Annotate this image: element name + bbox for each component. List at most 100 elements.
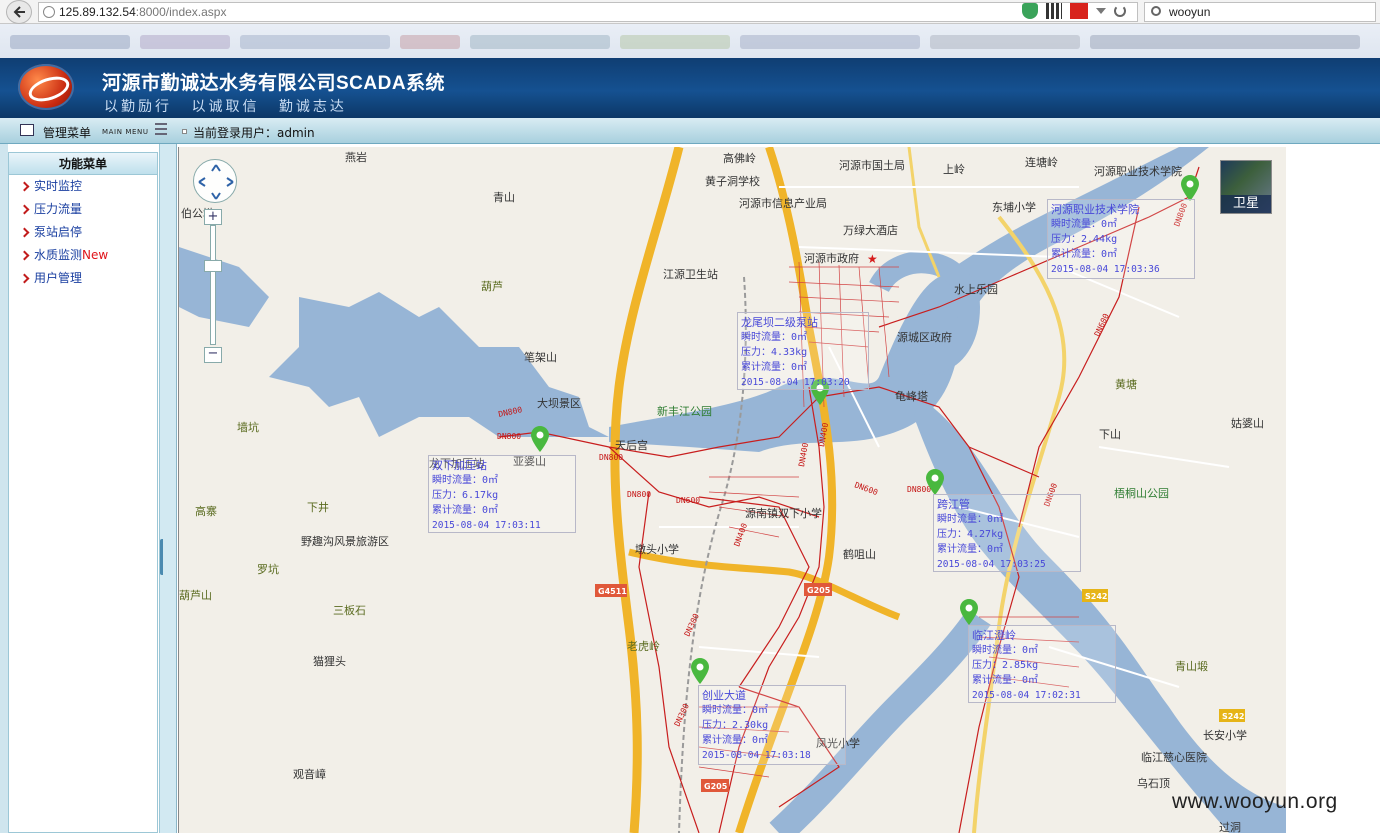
- chevron-right-icon: [19, 204, 30, 215]
- map-label: 河源市政府: [804, 251, 859, 265]
- app-title: 河源市勤诚达水务有限公司SCADA系统: [102, 73, 446, 94]
- map-label: 过洞: [1219, 821, 1241, 833]
- station-total: 累计流量：0㎡: [702, 735, 769, 746]
- map-label: 青山: [493, 191, 515, 204]
- chevron-right-icon: [19, 250, 30, 261]
- map-label: 猫狸头: [313, 655, 346, 668]
- search-icon: [1151, 6, 1161, 16]
- back-button[interactable]: [6, 0, 32, 24]
- map-label: 大坝景区: [537, 396, 581, 410]
- bookmark-item[interactable]: [140, 35, 230, 49]
- map-label: 河源市国土局: [839, 158, 905, 172]
- zoom-slider-thumb[interactable]: [204, 260, 222, 272]
- chevron-right-icon: [19, 181, 30, 192]
- map-pin-icon[interactable]: [1181, 175, 1199, 201]
- pan-arrows-icon: [198, 164, 234, 200]
- satellite-toggle-button[interactable]: 卫星: [1220, 160, 1272, 214]
- sidebar-item-label: 压力流量: [34, 202, 83, 216]
- map-label: 东埔小学: [992, 200, 1036, 214]
- map-label: 三板石: [333, 603, 366, 617]
- map-label: 姑婆山: [1231, 417, 1264, 430]
- sidebar-item-pressure-flow[interactable]: 压力流量: [9, 198, 157, 221]
- station-info-box[interactable]: 临江澄岭 瞬时流量：0㎡ 压力：2.85kg 累计流量：0㎡ 2015-08-0…: [968, 625, 1116, 703]
- bookmark-item[interactable]: [620, 35, 730, 49]
- station-info-box[interactable]: 创业大道 瞬时流量：0㎡ 压力：2.30kg 累计流量：0㎡ 2015-08-0…: [698, 685, 846, 765]
- map-pin-icon[interactable]: [531, 426, 549, 452]
- map-label: 河源市信息产业局: [739, 196, 827, 210]
- station-total: 累计流量：0㎡: [937, 544, 1004, 555]
- bookmark-item[interactable]: [1090, 35, 1360, 49]
- bookmark-item[interactable]: [10, 35, 130, 49]
- search-input[interactable]: wooyun: [1144, 2, 1376, 22]
- map-pan-control[interactable]: [193, 159, 237, 203]
- url-host: 125.89.132.54: [59, 5, 136, 19]
- menu-bar: 管理菜单 MAIN MENU 当前登录用户：admin: [0, 118, 1380, 144]
- zoom-out-button[interactable]: −: [204, 347, 222, 363]
- splitter-grip-icon[interactable]: [160, 539, 168, 575]
- map-label: 墙坑: [237, 420, 259, 434]
- map-pin-icon[interactable]: [926, 469, 944, 495]
- flag-icon[interactable]: [1070, 3, 1088, 19]
- sidebar-item-water-quality[interactable]: 水质监测New: [9, 244, 157, 267]
- pipe-label: DN800: [627, 490, 651, 499]
- sidebar-item-user-management[interactable]: 用户管理: [9, 267, 157, 290]
- map-label: 新丰江公园: [657, 404, 712, 418]
- bookmark-item[interactable]: [400, 35, 460, 49]
- sidebar-item-pump-control[interactable]: 泵站启停: [9, 221, 157, 244]
- function-menu-header: 功能菜单: [9, 153, 157, 175]
- station-info-box[interactable]: 龙尾坝二级泵站 瞬时流量：0㎡ 压力：4.33kg 累计流量：0㎡ 2015-0…: [737, 312, 869, 390]
- station-flow: 瞬时流量：0㎡: [1051, 219, 1118, 230]
- expressway: [628, 548, 901, 621]
- station-total: 累计流量：0㎡: [972, 675, 1039, 686]
- map-label: 乌石顶: [1137, 776, 1170, 790]
- menu-title: 管理菜单: [43, 126, 92, 140]
- zoom-slider-track[interactable]: [210, 225, 216, 345]
- zoom-in-button[interactable]: +: [204, 209, 222, 225]
- map-label: 上岭: [943, 162, 965, 176]
- map-label: 河源职业技术学院: [1094, 164, 1182, 178]
- station-info-box[interactable]: 双下加压站 瞬时流量：0㎡ 压力：6.17kg 累计流量：0㎡ 2015-08-…: [428, 455, 576, 533]
- refresh-icon[interactable]: [1114, 5, 1126, 17]
- qrcode-icon[interactable]: [1046, 3, 1062, 19]
- shield-icon[interactable]: [1022, 3, 1038, 19]
- map-pin-icon[interactable]: [960, 599, 978, 625]
- map-pin-icon[interactable]: [691, 658, 709, 684]
- road-shield-label: S242: [1222, 712, 1244, 721]
- bookmark-item[interactable]: [930, 35, 1080, 49]
- map-label: 源城区政府: [897, 330, 952, 344]
- station-pressure: 压力：6.17kg: [432, 490, 499, 501]
- dropdown-arrow-icon[interactable]: [1096, 8, 1106, 14]
- bookmark-item[interactable]: [240, 35, 390, 49]
- address-bar[interactable]: 125.89.132.54:8000/index.aspx: [38, 2, 1138, 22]
- map-label: 青山塅: [1175, 659, 1208, 673]
- bookmark-item[interactable]: [470, 35, 610, 49]
- sidebar-item-realtime-monitor[interactable]: 实时监控: [9, 175, 157, 198]
- pipe-label: DN400: [797, 442, 810, 467]
- menu-subtitle: MAIN MENU: [102, 128, 149, 136]
- pipe-label: DN800: [497, 432, 521, 441]
- map-label: 墩头小学: [635, 542, 679, 556]
- map-label: 源南镇双下小学: [745, 506, 822, 520]
- app-header: 河源市勤诚达水务有限公司SCADA系统 以勤励行 以诚取信 勤诚志达: [0, 58, 1380, 118]
- station-info-box[interactable]: 河源职业技术学院 瞬时流量：0㎡ 压力：2.44kg 累计流量：0㎡ 2015-…: [1047, 199, 1195, 279]
- station-flow: 瞬时流量：0㎡: [741, 332, 808, 343]
- chevron-right-icon: [19, 227, 30, 238]
- station-time: 2015-08-04 17:03:18: [702, 750, 811, 761]
- menu-toggle-icon[interactable]: [155, 123, 167, 135]
- map-label: 葫芦山: [179, 589, 212, 602]
- pipe-label: DN800: [599, 453, 623, 462]
- map-view[interactable]: DN800 DN800 DN800 DN800 DN600 DN600 DN60…: [178, 147, 1286, 833]
- app-slogan: 以勤励行 以诚取信 勤诚志达: [104, 99, 347, 115]
- station-pressure: 压力：2.85kg: [972, 660, 1039, 671]
- station-name: 河源职业技术学院: [1051, 203, 1139, 216]
- panel-splitter[interactable]: [159, 144, 177, 833]
- station-name: 龙尾坝二级泵站: [741, 316, 818, 329]
- station-time: 2015-08-04 17:03:36: [1051, 264, 1160, 275]
- pipe-label: DN600: [1093, 312, 1111, 338]
- station-info-box[interactable]: 跨江管 瞬时流量：0㎡ 压力：4.27kg 累计流量：0㎡ 2015-08-04…: [933, 494, 1081, 572]
- search-value: wooyun: [1169, 5, 1211, 19]
- bookmark-item[interactable]: [740, 35, 920, 49]
- station-flow: 瞬时流量：0㎡: [937, 514, 1004, 525]
- map-label: 连塘岭: [1025, 155, 1058, 169]
- station-time: 2015-08-04 17:03:11: [432, 520, 541, 531]
